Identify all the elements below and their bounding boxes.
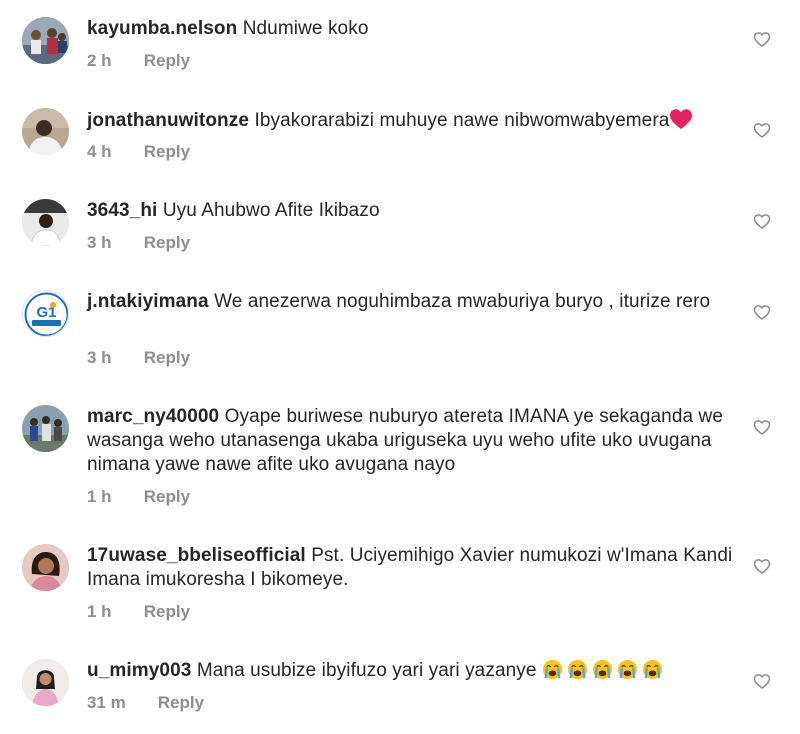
avatar[interactable] bbox=[22, 199, 69, 246]
heart-outline-icon bbox=[753, 420, 771, 435]
heart-outline-icon bbox=[753, 305, 771, 320]
person-photo-icon bbox=[22, 544, 69, 591]
comment-body: 17uwase_bbeliseofficial Pst. Uciyemihigo… bbox=[87, 544, 737, 592]
reply-button[interactable]: Reply bbox=[144, 142, 190, 161]
comment-meta: 31 m Reply bbox=[87, 693, 204, 713]
comment-text: Ibyakorarabizi muhuye nawe nibwomwabyeme… bbox=[254, 110, 670, 131]
group-photo-icon bbox=[22, 405, 69, 452]
g1-logo-icon: G1 bbox=[24, 292, 68, 336]
comment-username[interactable]: jonathanuwitonze bbox=[87, 110, 249, 131]
comment-time: 1 h bbox=[87, 602, 112, 621]
comment-body: u_mimy003 Mana usubize ibyifuzo yari yar… bbox=[87, 659, 737, 683]
reply-button[interactable]: Reply bbox=[144, 51, 190, 70]
person-photo-icon bbox=[22, 659, 69, 706]
person-photo-icon bbox=[22, 199, 69, 246]
loudly-crying-face-icon bbox=[567, 659, 587, 680]
comment-text: Uyu Ahubwo Afite Ikibazo bbox=[162, 200, 380, 221]
avatar[interactable] bbox=[22, 659, 69, 706]
red-heart-emoji-icon bbox=[670, 109, 693, 129]
loudly-crying-face-icon bbox=[592, 659, 612, 680]
comment-time: 1 h bbox=[87, 487, 112, 506]
comment-time: 4 h bbox=[87, 142, 112, 161]
avatar[interactable]: G1 bbox=[22, 290, 69, 337]
heart-outline-icon bbox=[753, 123, 771, 138]
comment-meta: 3 h Reply bbox=[87, 348, 190, 368]
like-button[interactable] bbox=[752, 556, 772, 576]
like-button[interactable] bbox=[752, 120, 772, 140]
comment-text: Ndumiwe koko bbox=[242, 18, 369, 39]
heart-outline-icon bbox=[753, 674, 771, 689]
comment-body: 3643_hi Uyu Ahubwo Afite Ikibazo bbox=[87, 199, 737, 223]
comment-username[interactable]: kayumba.nelson bbox=[87, 18, 237, 39]
avatar[interactable] bbox=[22, 17, 69, 64]
comment-body: kayumba.nelson Ndumiwe koko bbox=[87, 17, 737, 41]
comment-meta: 1 h Reply bbox=[87, 602, 190, 622]
reply-button[interactable]: Reply bbox=[144, 348, 190, 367]
reply-button[interactable]: Reply bbox=[144, 233, 190, 252]
reply-button[interactable]: Reply bbox=[144, 487, 190, 506]
comment-meta: 1 h Reply bbox=[87, 487, 190, 507]
comment-username[interactable]: 3643_hi bbox=[87, 200, 157, 221]
comment-meta: 4 h Reply bbox=[87, 142, 190, 162]
comment-text: Mana usubize ibyifuzo yari yari yazanye bbox=[196, 660, 537, 681]
comment-body: marc_ny40000 Oyape buriwese nuburyo ater… bbox=[87, 405, 737, 477]
crying-emoji-group bbox=[542, 659, 667, 681]
avatar[interactable] bbox=[22, 544, 69, 591]
avatar[interactable] bbox=[22, 108, 69, 155]
avatar[interactable] bbox=[22, 405, 69, 452]
comment-time: 3 h bbox=[87, 348, 112, 367]
like-button[interactable] bbox=[752, 417, 772, 437]
loudly-crying-face-icon bbox=[542, 659, 562, 680]
like-button[interactable] bbox=[752, 671, 772, 691]
reply-button[interactable]: Reply bbox=[158, 693, 204, 712]
like-button[interactable] bbox=[752, 29, 772, 49]
comment-time: 31 m bbox=[87, 693, 126, 712]
heart-outline-icon bbox=[753, 559, 771, 574]
comment-username[interactable]: marc_ny40000 bbox=[87, 406, 219, 427]
reply-button[interactable]: Reply bbox=[144, 602, 190, 621]
comment-time: 2 h bbox=[87, 51, 112, 70]
comment-body: jonathanuwitonze Ibyakorarabizi muhuye n… bbox=[87, 108, 737, 133]
loudly-crying-face-icon bbox=[642, 659, 662, 680]
comment-meta: 3 h Reply bbox=[87, 233, 190, 253]
comment-body: j.ntakiyimana We anezerwa noguhimbaza mw… bbox=[87, 290, 727, 314]
like-button[interactable] bbox=[752, 302, 772, 322]
group-photo-icon bbox=[22, 17, 69, 64]
loudly-crying-face-icon bbox=[617, 659, 637, 680]
comment-username[interactable]: u_mimy003 bbox=[87, 660, 191, 681]
heart-outline-icon bbox=[753, 32, 771, 47]
comment-text: We anezerwa noguhimbaza mwaburiya buryo … bbox=[214, 291, 711, 312]
comment-meta: 2 h Reply bbox=[87, 51, 190, 71]
like-button[interactable] bbox=[752, 211, 772, 231]
person-photo-icon bbox=[22, 108, 69, 155]
comment-username[interactable]: 17uwase_bbeliseofficial bbox=[87, 545, 306, 566]
comment-username[interactable]: j.ntakiyimana bbox=[87, 291, 209, 312]
comment-time: 3 h bbox=[87, 233, 112, 252]
heart-outline-icon bbox=[753, 214, 771, 229]
